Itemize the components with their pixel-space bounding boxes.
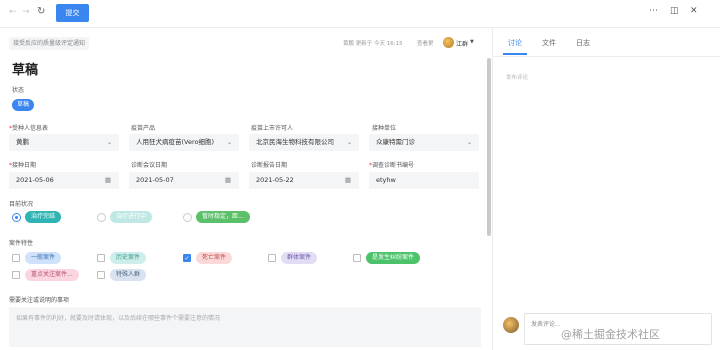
avatar: [503, 317, 519, 333]
case-option-label[interactable]: 一般案件: [25, 252, 62, 264]
report-date-label: 诊断报告日期: [251, 162, 288, 169]
diagnosis-meeting-picker[interactable]: 2021-05-07 ▦: [129, 172, 239, 189]
checkbox-death-case[interactable]: ✓: [183, 254, 191, 262]
chevron-down-icon[interactable]: ▼: [470, 39, 474, 45]
vaccination-unit-label: 接种单位: [372, 125, 397, 132]
submit-button[interactable]: 提交: [56, 4, 89, 22]
arrow-left-icon[interactable]: ←: [9, 7, 17, 17]
checkbox-dispute-case[interactable]: [353, 254, 361, 262]
recipient-select[interactable]: 黄鹏 ⌄: [9, 134, 119, 151]
divider: [493, 56, 720, 57]
chevron-down-icon: ⌄: [466, 139, 472, 146]
status-option-label[interactable]: 治疗完结: [25, 211, 62, 223]
recipient-label: *受种人信息表: [9, 125, 49, 132]
vaccination-unit-select[interactable]: 众康特需门诊 ⌄: [369, 134, 479, 151]
status-badge: 草稿: [12, 99, 35, 111]
arrow-right-icon[interactable]: →: [22, 7, 30, 17]
calendar-icon: ▦: [344, 176, 351, 184]
chevron-down-icon: ⌄: [226, 139, 232, 146]
notice-label: 接受反应的质量级评定通知: [9, 37, 90, 50]
scrollbar[interactable]: [487, 58, 491, 236]
chevron-down-icon: ⌄: [106, 139, 112, 146]
tab-discussion[interactable]: 讨论: [508, 38, 522, 48]
checkbox-group-case[interactable]: [268, 254, 276, 262]
licensee-label: 疫苗上市许可人: [251, 125, 294, 132]
vaccine-select[interactable]: 人用狂犬病疫苗(Vero细胞) ⌄: [129, 134, 239, 151]
update-meta: 黄鹏 更新于 今天 16:15: [343, 41, 403, 47]
current-status-label: 目前状况: [9, 201, 34, 208]
vaccination-date-picker[interactable]: 2021-05-06 ▦: [9, 172, 119, 189]
licensee-select[interactable]: 北京民海生物科技有限公司 ⌄: [249, 134, 359, 151]
page-title: 草稿: [12, 63, 39, 78]
status-option-label[interactable]: 暂时稳定，距...: [196, 211, 250, 223]
form-panel: 接受反应的质量级评定通知 黄鹏 更新于 今天 16:15 查看更 江群 ▼ 草稿…: [0, 28, 492, 350]
radio-treatment-ongoing[interactable]: [97, 213, 106, 222]
case-option-label[interactable]: 是发生纠纷案件: [366, 252, 421, 264]
meta-extra[interactable]: 查看更: [417, 39, 434, 47]
user-name[interactable]: 江群: [456, 39, 468, 48]
case-option-label[interactable]: 群体案件: [281, 252, 318, 264]
case-option-label[interactable]: 死亡案件: [196, 252, 233, 264]
watermark: @稀土掘金技术社区: [561, 328, 660, 341]
diagnosis-meeting-label: 诊断会议日期: [131, 162, 168, 169]
calendar-icon: ▦: [104, 176, 111, 184]
case-attributes-label: 案件特性: [9, 240, 34, 247]
close-icon[interactable]: ✕: [690, 6, 698, 16]
checkbox-focus-case[interactable]: [12, 271, 20, 279]
notes-textarea[interactable]: 如果有事件的利好，就要及时请体现，以及后续在哪些事件个需要注意的情况: [9, 307, 481, 347]
tab-files[interactable]: 文件: [542, 38, 556, 48]
side-panel: 讨论 文件 日志 发布评论 发表评论... @稀土掘金技术社区: [492, 28, 720, 350]
diagnosis-number-label: *调查诊断书编号: [369, 162, 415, 169]
notes-label: 需要关注或说明的事项: [9, 297, 70, 304]
top-toolbar: ← → ↻ 提交 ⋯ ◫ ✕: [0, 0, 720, 28]
more-dots-icon[interactable]: ⋯: [649, 6, 658, 16]
panel-toggle-icon[interactable]: ◫: [670, 6, 679, 16]
calendar-icon: ▦: [224, 176, 231, 184]
case-option-label[interactable]: 特殊人群: [110, 269, 147, 281]
diagnosis-number-input[interactable]: etyhw: [369, 172, 479, 189]
avatar: [443, 37, 454, 48]
radio-treatment-done[interactable]: [12, 213, 21, 222]
checkbox-history-case[interactable]: [97, 254, 105, 262]
case-option-label[interactable]: 历史案件: [110, 252, 147, 264]
tab-logs[interactable]: 日志: [576, 38, 590, 48]
comment-list-placeholder: 发布评论: [506, 75, 529, 81]
refresh-icon[interactable]: ↻: [37, 6, 45, 17]
vaccination-date-label: *接种日期: [9, 162, 37, 169]
status-label: 状态: [12, 87, 25, 94]
status-option-label[interactable]: 治疗进行中: [110, 211, 153, 223]
vaccine-label: 疫苗产品: [131, 125, 156, 132]
checkbox-special-population[interactable]: [97, 271, 105, 279]
chevron-down-icon: ⌄: [346, 139, 352, 146]
active-tab-indicator: [503, 53, 527, 55]
checkbox-general-case[interactable]: [12, 254, 20, 262]
case-option-label[interactable]: 重点关注案件...: [25, 269, 79, 281]
report-date-picker[interactable]: 2021-05-22 ▦: [249, 172, 359, 189]
radio-temporarily-stable[interactable]: [183, 213, 192, 222]
